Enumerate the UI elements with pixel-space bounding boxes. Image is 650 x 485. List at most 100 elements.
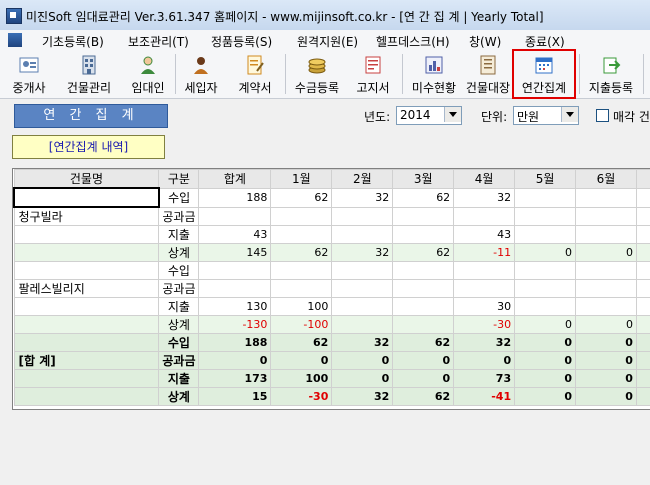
value-cell[interactable]: 0 [514, 315, 577, 334]
value-cell[interactable] [514, 279, 577, 298]
total-row[interactable]: [합 계] 공과금 0 0 0 0 0 0 0 [13, 351, 650, 370]
value-cell[interactable]: 0 [270, 351, 333, 370]
value-cell[interactable]: 0 [331, 351, 394, 370]
value-cell[interactable]: 62 [270, 333, 333, 352]
total-row[interactable]: 상계 15 -30 32 62 -41 0 0 [13, 387, 650, 406]
value-cell[interactable]: 62 [392, 187, 455, 208]
building-name-cell[interactable] [13, 243, 160, 262]
value-cell[interactable]: 32 [331, 187, 394, 208]
closing-checkbox[interactable] [596, 109, 609, 122]
value-cell[interactable]: 188 [198, 187, 272, 208]
building-name[interactable]: 청구빌라 [13, 206, 160, 226]
broker-button[interactable]: 중개사 [4, 52, 54, 96]
value-cell[interactable] [453, 206, 516, 226]
value-cell[interactable]: 173 [198, 369, 272, 388]
value-cell[interactable]: 0 [514, 387, 577, 406]
value-cell[interactable]: 32 [331, 387, 394, 406]
value-cell[interactable] [270, 206, 333, 226]
value-cell[interactable] [514, 206, 577, 226]
value-cell[interactable] [331, 206, 394, 226]
building-name-cell[interactable] [13, 297, 160, 316]
value-cell[interactable] [514, 297, 577, 316]
value-cell[interactable]: 62 [392, 243, 455, 262]
value-cell[interactable] [198, 279, 272, 298]
value-cell[interactable] [270, 261, 333, 280]
value-cell[interactable] [514, 261, 577, 280]
value-cell[interactable]: 32 [453, 187, 516, 208]
unpaid-status-button[interactable]: 미수현황 [405, 52, 463, 96]
table-row[interactable]: 지출 130 100 30 [13, 297, 650, 316]
expense-registration-button[interactable]: 지출등록 [582, 52, 640, 96]
value-cell[interactable]: 0 [575, 387, 637, 406]
value-cell[interactable]: 0 [453, 351, 516, 370]
total-label[interactable]: [합 계] [13, 351, 160, 370]
value-cell[interactable] [575, 187, 637, 208]
value-cell[interactable]: 0 [198, 351, 272, 370]
value-cell[interactable]: 15 [198, 387, 272, 406]
menu-window[interactable]: 창(W) [469, 33, 501, 50]
value-cell[interactable]: 73 [453, 369, 516, 388]
table-row[interactable]: 수입 188 62 32 62 32 [13, 187, 650, 208]
value-cell[interactable]: 0 [514, 333, 577, 352]
building-name-cell[interactable] [13, 315, 160, 334]
table-row[interactable]: 팔레스빌리지 공과금 [13, 279, 650, 298]
value-cell[interactable] [270, 225, 333, 244]
total-row[interactable]: 수입 188 62 32 62 32 0 0 [13, 333, 650, 352]
value-cell[interactable]: 32 [331, 333, 394, 352]
value-cell[interactable]: -11 [453, 243, 516, 262]
value-cell[interactable]: 32 [331, 243, 394, 262]
value-cell[interactable] [575, 279, 637, 298]
value-cell[interactable] [331, 261, 394, 280]
value-cell[interactable] [392, 206, 455, 226]
table-row[interactable]: 청구빌라 공과금 [13, 206, 650, 226]
value-cell[interactable] [514, 225, 577, 244]
menu-aux-management[interactable]: 보조관리(T) [128, 33, 189, 50]
value-cell[interactable] [453, 279, 516, 298]
chevron-down-icon[interactable] [444, 107, 461, 122]
value-cell[interactable] [575, 206, 637, 226]
value-cell[interactable]: 62 [270, 243, 333, 262]
value-cell[interactable]: 62 [392, 387, 455, 406]
year-select[interactable]: 2014 [396, 106, 462, 125]
value-cell[interactable] [198, 261, 272, 280]
value-cell[interactable] [331, 225, 394, 244]
contract-button[interactable]: 계약서 [230, 52, 280, 96]
value-cell[interactable] [270, 279, 333, 298]
value-cell[interactable]: 0 [575, 333, 637, 352]
value-cell[interactable]: -100 [270, 315, 333, 334]
value-cell[interactable] [392, 261, 455, 280]
value-cell[interactable] [575, 261, 637, 280]
value-cell[interactable]: 30 [453, 297, 516, 316]
value-cell[interactable] [331, 279, 394, 298]
value-cell[interactable]: 0 [331, 369, 394, 388]
payment-registration-button[interactable]: 수금등록 [288, 52, 346, 96]
table-row[interactable]: 지출 43 43 [13, 225, 650, 244]
table-row[interactable]: 수입 [13, 261, 650, 280]
value-cell[interactable]: 0 [575, 315, 637, 334]
value-cell[interactable]: 0 [514, 243, 577, 262]
building-management-button[interactable]: 건물관리 [58, 52, 120, 96]
building-name-cell[interactable] [13, 333, 160, 352]
unit-select[interactable]: 만원 [513, 106, 579, 125]
total-row[interactable]: 지출 173 100 0 0 73 0 0 [13, 369, 650, 388]
building-name-cell[interactable] [13, 387, 160, 406]
value-cell[interactable]: 43 [453, 225, 516, 244]
value-cell[interactable] [575, 225, 637, 244]
value-cell[interactable]: 0 [575, 243, 637, 262]
value-cell[interactable] [392, 315, 455, 334]
value-cell[interactable] [514, 187, 577, 208]
building-name-cell[interactable] [13, 225, 160, 244]
value-cell[interactable]: 43 [198, 225, 272, 244]
value-cell[interactable]: 62 [392, 333, 455, 352]
chevron-down-icon[interactable] [561, 107, 578, 122]
value-cell[interactable] [392, 297, 455, 316]
value-cell[interactable]: 62 [270, 187, 333, 208]
menu-basic-registration[interactable]: 기초등록(B) [42, 33, 104, 50]
value-cell[interactable]: -30 [453, 315, 516, 334]
value-cell[interactable]: 130 [198, 297, 272, 316]
value-cell[interactable] [331, 315, 394, 334]
building-name[interactable]: 팔레스빌리지 [13, 279, 160, 298]
value-cell[interactable] [392, 225, 455, 244]
value-cell[interactable] [331, 297, 394, 316]
menu-license-registration[interactable]: 정품등록(S) [211, 33, 272, 50]
